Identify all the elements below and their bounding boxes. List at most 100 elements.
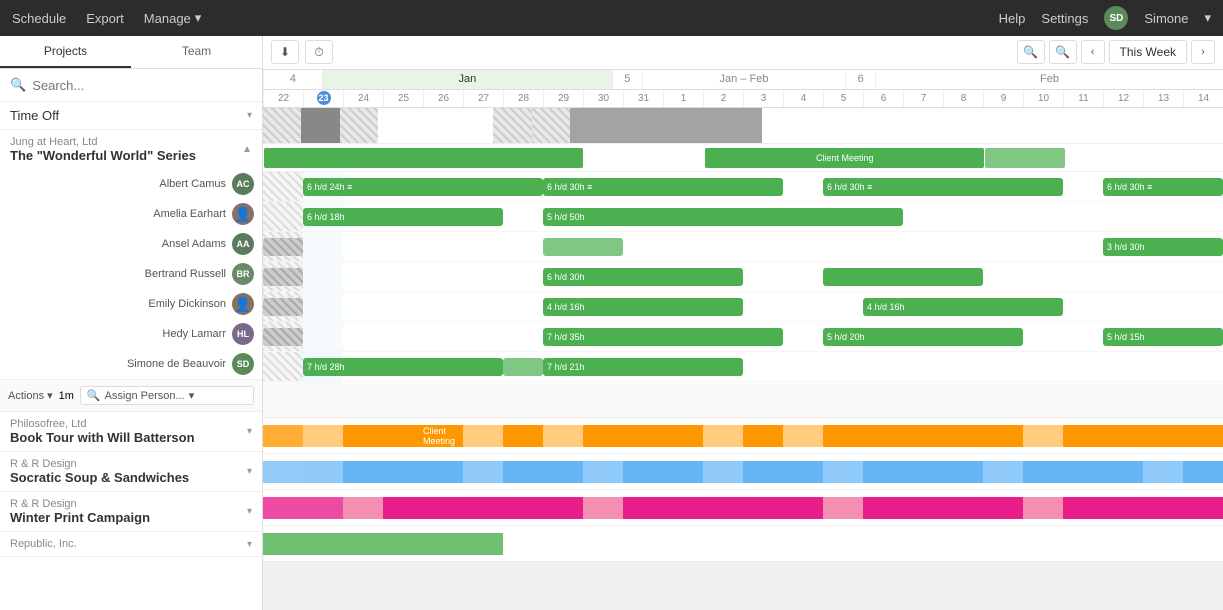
project-republic-chevron[interactable]: ▾ [247, 539, 252, 550]
day-23: 23 [303, 90, 343, 107]
day-12: 12 [1103, 90, 1143, 107]
avatar-lamarr: HL [232, 323, 254, 345]
actions-button[interactable]: Actions ▾ [8, 389, 53, 402]
bar-russell-1: 6 h/d 30h [543, 268, 743, 286]
main-layout: Projects Team 🔍 Time Off ▾ Jung at Heart… [0, 36, 1223, 610]
person-row-adams: Ansel Adams AA [0, 229, 262, 259]
actions-spacer-row [263, 382, 1223, 418]
zoom-out-button[interactable]: 🔍 [1017, 40, 1045, 64]
day-9: 9 [983, 90, 1023, 107]
project-jung-header[interactable]: Jung at Heart, Ltd The "Wonderful World"… [0, 130, 262, 169]
person-cal-row-earhart: 6 h/d 18h 5 h/d 50h [263, 202, 1223, 232]
project-jung-cal-header: Client Meeting [263, 144, 1223, 172]
calendar-area: ⬇ ⏱ 🔍 🔍 ‹ This Week › 4 Jan 5 Jan – Feb … [263, 36, 1223, 610]
month-4: 4 [263, 70, 322, 89]
time-off-chevron[interactable]: ▾ [247, 110, 252, 121]
bar-beauvoir-1: 7 h/d 28h [303, 358, 503, 376]
project-republic: Republic, Inc. ▾ [0, 532, 262, 557]
month-feb: Feb [875, 70, 1223, 89]
today-clock-button[interactable]: ⏱ [305, 40, 333, 64]
sidebar: Projects Team 🔍 Time Off ▾ Jung at Heart… [0, 36, 263, 610]
project-rr-soup-company: R & R Design [10, 458, 189, 470]
avatar-earhart: 👤 [232, 203, 254, 225]
project-republic-cal [263, 526, 1223, 562]
project-winter: R & R Design Winter Print Campaign ▾ [0, 492, 262, 532]
bar-earhart-2: 5 h/d 50h [543, 208, 903, 226]
search-input[interactable] [32, 78, 252, 93]
day-10: 10 [1023, 90, 1063, 107]
avatar-adams: AA [232, 233, 254, 255]
project-rr-soup-header[interactable]: R & R Design Socratic Soup & Sandwiches … [0, 452, 262, 491]
project-winter-chevron[interactable]: ▾ [247, 506, 252, 517]
day-7: 7 [903, 90, 943, 107]
duration-label: 1m [59, 390, 74, 402]
bar-russell-hatch [263, 268, 303, 286]
bar-earhart-1: 6 h/d 18h [303, 208, 503, 226]
month-jan-feb: Jan – Feb [642, 70, 845, 89]
person-name-earhart: Amelia Earhart [16, 208, 226, 220]
project-philosofree-name: Book Tour with Will Batterson [10, 430, 195, 445]
bar-lamarr-2: 5 h/d 20h [823, 328, 1023, 346]
project-jung-chevron[interactable]: ▲ [242, 144, 252, 155]
person-name-dickinson: Emily Dickinson [16, 298, 226, 310]
day-28: 28 [503, 90, 543, 107]
project-republic-header[interactable]: Republic, Inc. ▾ [0, 532, 262, 556]
day-29: 29 [543, 90, 583, 107]
actions-label: Actions [8, 390, 44, 402]
user-dropdown-icon[interactable]: ▾ [1204, 10, 1211, 26]
project-republic-company: Republic, Inc. [10, 538, 77, 550]
collapse-button[interactable]: ⬇ [271, 40, 299, 64]
this-week-button[interactable]: This Week [1109, 40, 1187, 64]
project-rr-soup-name: Socratic Soup & Sandwiches [10, 470, 189, 485]
person-row-camus: Albert Camus AC [0, 169, 262, 199]
avatar-camus: AC [232, 173, 254, 195]
tab-projects[interactable]: Projects [0, 36, 131, 68]
project-soup-cal [263, 454, 1223, 490]
search-icon: 🔍 [10, 77, 26, 93]
sidebar-content: Time Off ▾ Jung at Heart, Ltd The "Wonde… [0, 102, 262, 610]
bar-dickinson-hatch [263, 298, 303, 316]
day-5: 5 [823, 90, 863, 107]
chevron-down-icon: ▾ [195, 10, 202, 26]
next-week-button[interactable]: › [1191, 40, 1215, 64]
person-row-russell: Bertrand Russell BR [0, 259, 262, 289]
nav-manage-label: Manage [144, 11, 191, 26]
day-13: 13 [1143, 90, 1183, 107]
day-4: 4 [783, 90, 823, 107]
user-name[interactable]: Simone [1144, 11, 1188, 26]
prev-week-button[interactable]: ‹ [1081, 40, 1105, 64]
nav-settings[interactable]: Settings [1041, 11, 1088, 26]
project-philosofree-header[interactable]: Philosofree, Ltd Book Tour with Will Bat… [0, 412, 262, 451]
assign-person-input[interactable]: 🔍 Assign Person... ▾ [80, 386, 254, 405]
bar-lamarr-hatch [263, 328, 303, 346]
bar-adams-hatch [263, 238, 303, 256]
bar-adams-green [543, 238, 623, 256]
nav-schedule[interactable]: Schedule [12, 11, 66, 26]
sidebar-tabs: Projects Team [0, 36, 262, 69]
day-2: 2 [703, 90, 743, 107]
day-25: 25 [383, 90, 423, 107]
project-philosofree-chevron[interactable]: ▾ [247, 426, 252, 437]
project-philosofree-cal: Client Meeting [263, 418, 1223, 454]
day-22: 22 [263, 90, 303, 107]
person-cal-row-camus: 6 h/d 24h ≡ 6 h/d 30h ≡ 6 h/d 30h ≡ 6 h/… [263, 172, 1223, 202]
project-winter-header[interactable]: R & R Design Winter Print Campaign ▾ [0, 492, 262, 531]
calendar-grid: 4 Jan 5 Jan – Feb 6 Feb 22 23 24 25 26 2… [263, 70, 1223, 610]
day-header-row: 22 23 24 25 26 27 28 29 30 31 1 2 3 4 5 … [263, 90, 1223, 108]
project-rr-soup-chevron[interactable]: ▾ [247, 466, 252, 477]
avatar-dickinson: 👤 [232, 293, 254, 315]
user-avatar[interactable]: SD [1104, 6, 1128, 30]
assign-dropdown-icon: ▾ [189, 389, 195, 402]
day-1: 1 [663, 90, 703, 107]
day-24: 24 [343, 90, 383, 107]
nav-export[interactable]: Export [86, 11, 124, 26]
tab-team[interactable]: Team [131, 36, 262, 68]
time-off-cal-row [263, 108, 1223, 144]
top-nav: Schedule Export Manage ▾ Help Settings S… [0, 0, 1223, 36]
zoom-in-button[interactable]: 🔍 [1049, 40, 1077, 64]
bar-russell-2 [823, 268, 983, 286]
bar-camus-2: 6 h/d 30h ≡ [543, 178, 783, 196]
day-3: 3 [743, 90, 783, 107]
nav-manage[interactable]: Manage ▾ [144, 10, 202, 26]
nav-help[interactable]: Help [999, 11, 1026, 26]
